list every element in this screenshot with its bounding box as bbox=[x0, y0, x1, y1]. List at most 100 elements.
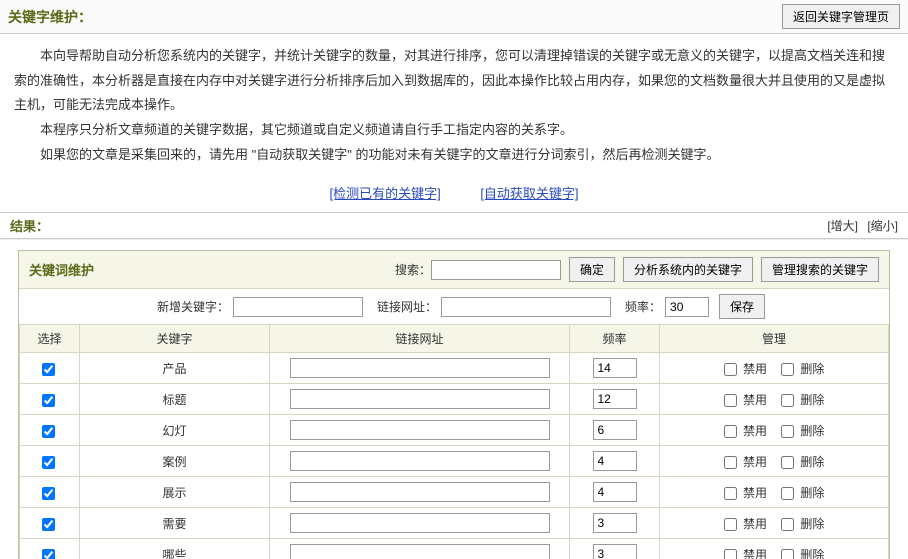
result-label: 结果： bbox=[10, 216, 49, 235]
search-label: 搜索： bbox=[395, 261, 431, 278]
row-link-input[interactable] bbox=[290, 451, 550, 471]
panel-head: 关键词维护 搜索： 确定 分析系统内的关键字 管理搜索的关键字 bbox=[19, 251, 889, 288]
add-url-label: 链接网址： bbox=[377, 298, 437, 315]
row-delete[interactable]: 删除 bbox=[781, 548, 824, 559]
disable-checkbox[interactable] bbox=[724, 518, 737, 531]
row-link-input[interactable] bbox=[290, 389, 550, 409]
th-select: 选择 bbox=[20, 325, 80, 353]
page-title: 关键字维护： bbox=[8, 7, 92, 27]
analyze-button[interactable]: 分析系统内的关键字 bbox=[623, 257, 753, 282]
disable-checkbox[interactable] bbox=[724, 456, 737, 469]
row-select-checkbox[interactable] bbox=[42, 518, 55, 531]
enlarge-link[interactable]: [增大] bbox=[827, 219, 858, 233]
scroll-area[interactable]: 关键词维护 搜索： 确定 分析系统内的关键字 管理搜索的关键字 新增关键字： 链… bbox=[0, 239, 908, 559]
table-row: 展示 禁用 删除 bbox=[20, 477, 889, 508]
row-keyword: 产品 bbox=[80, 353, 270, 384]
th-link: 链接网址 bbox=[270, 325, 570, 353]
auto-fetch-link[interactable]: [自动获取关键字] bbox=[480, 186, 578, 201]
row-freq-input[interactable] bbox=[593, 358, 637, 378]
table-row: 标题 禁用 删除 bbox=[20, 384, 889, 415]
table-row: 需要 禁用 删除 bbox=[20, 508, 889, 539]
row-delete[interactable]: 删除 bbox=[781, 424, 824, 438]
row-keyword: 幻灯 bbox=[80, 415, 270, 446]
row-select-checkbox[interactable] bbox=[42, 549, 55, 559]
row-delete[interactable]: 删除 bbox=[781, 362, 824, 376]
add-freq-label: 频率： bbox=[625, 298, 661, 315]
action-links: [检测已有的关键字] [自动获取关键字] bbox=[0, 177, 908, 212]
row-select-checkbox[interactable] bbox=[42, 487, 55, 500]
delete-checkbox[interactable] bbox=[781, 456, 794, 469]
shrink-link[interactable]: [缩小] bbox=[867, 219, 898, 233]
disable-checkbox[interactable] bbox=[724, 487, 737, 500]
disable-checkbox[interactable] bbox=[724, 549, 737, 559]
row-link-input[interactable] bbox=[290, 513, 550, 533]
row-select-checkbox[interactable] bbox=[42, 363, 55, 376]
disable-checkbox[interactable] bbox=[724, 363, 737, 376]
row-link-input[interactable] bbox=[290, 420, 550, 440]
row-link-input[interactable] bbox=[290, 358, 550, 378]
manage-search-button[interactable]: 管理搜索的关键字 bbox=[761, 257, 879, 282]
row-disable[interactable]: 禁用 bbox=[724, 362, 767, 376]
result-actions: [增大] [缩小] bbox=[821, 217, 898, 234]
row-disable[interactable]: 禁用 bbox=[724, 455, 767, 469]
table-row: 哪些 禁用 删除 bbox=[20, 539, 889, 559]
keyword-panel: 关键词维护 搜索： 确定 分析系统内的关键字 管理搜索的关键字 新增关键字： 链… bbox=[18, 250, 890, 559]
delete-checkbox[interactable] bbox=[781, 425, 794, 438]
row-disable[interactable]: 禁用 bbox=[724, 424, 767, 438]
row-select-checkbox[interactable] bbox=[42, 394, 55, 407]
row-delete[interactable]: 删除 bbox=[781, 393, 824, 407]
row-disable[interactable]: 禁用 bbox=[724, 486, 767, 500]
row-keyword: 展示 bbox=[80, 477, 270, 508]
delete-checkbox[interactable] bbox=[781, 518, 794, 531]
table-row: 产品 禁用 删除 bbox=[20, 353, 889, 384]
confirm-button[interactable]: 确定 bbox=[569, 257, 615, 282]
row-freq-input[interactable] bbox=[593, 451, 637, 471]
table-header-row: 选择 关键字 链接网址 频率 管理 bbox=[20, 325, 889, 353]
th-freq: 频率 bbox=[570, 325, 660, 353]
panel-title: 关键词维护 bbox=[29, 260, 94, 279]
page-header: 关键字维护： 返回关键字管理页 bbox=[0, 0, 908, 34]
row-delete[interactable]: 删除 bbox=[781, 486, 824, 500]
delete-checkbox[interactable] bbox=[781, 363, 794, 376]
row-freq-input[interactable] bbox=[593, 389, 637, 409]
table-row: 幻灯 禁用 删除 bbox=[20, 415, 889, 446]
row-freq-input[interactable] bbox=[593, 544, 637, 559]
delete-checkbox[interactable] bbox=[781, 394, 794, 407]
disable-checkbox[interactable] bbox=[724, 394, 737, 407]
result-bar: 结果： [增大] [缩小] bbox=[0, 212, 908, 239]
row-disable[interactable]: 禁用 bbox=[724, 548, 767, 559]
row-freq-input[interactable] bbox=[593, 482, 637, 502]
save-button[interactable]: 保存 bbox=[719, 294, 765, 319]
intro-p3: 如果您的文章是采集回来的，请先用 "自动获取关键字" 的功能对未有关键字的文章进… bbox=[14, 143, 894, 168]
row-select-checkbox[interactable] bbox=[42, 456, 55, 469]
disable-checkbox[interactable] bbox=[724, 425, 737, 438]
row-disable[interactable]: 禁用 bbox=[724, 393, 767, 407]
row-keyword: 哪些 bbox=[80, 539, 270, 559]
delete-checkbox[interactable] bbox=[781, 487, 794, 500]
add-url-input[interactable] bbox=[441, 297, 611, 317]
row-keyword: 需要 bbox=[80, 508, 270, 539]
table-row: 案例 禁用 删除 bbox=[20, 446, 889, 477]
delete-checkbox[interactable] bbox=[781, 549, 794, 559]
row-select-checkbox[interactable] bbox=[42, 425, 55, 438]
return-button[interactable]: 返回关键字管理页 bbox=[782, 4, 900, 29]
detect-link[interactable]: [检测已有的关键字] bbox=[329, 186, 440, 201]
row-delete[interactable]: 删除 bbox=[781, 455, 824, 469]
add-row: 新增关键字： 链接网址： 频率： 保存 bbox=[19, 288, 889, 324]
row-keyword: 案例 bbox=[80, 446, 270, 477]
row-disable[interactable]: 禁用 bbox=[724, 517, 767, 531]
search-input[interactable] bbox=[431, 260, 561, 280]
add-kw-input[interactable] bbox=[233, 297, 363, 317]
row-freq-input[interactable] bbox=[593, 513, 637, 533]
row-freq-input[interactable] bbox=[593, 420, 637, 440]
intro-text: 本向导帮助自动分析您系统内的关键字，并统计关键字的数量，对其进行排序，您可以清理… bbox=[0, 34, 908, 177]
row-link-input[interactable] bbox=[290, 544, 550, 559]
keyword-table: 选择 关键字 链接网址 频率 管理 产品 禁用 删除标题 禁用 删除幻灯 禁用 … bbox=[19, 324, 889, 559]
row-delete[interactable]: 删除 bbox=[781, 517, 824, 531]
row-link-input[interactable] bbox=[290, 482, 550, 502]
add-kw-label: 新增关键字： bbox=[157, 298, 229, 315]
row-keyword: 标题 bbox=[80, 384, 270, 415]
add-freq-input[interactable] bbox=[665, 297, 709, 317]
th-keyword: 关键字 bbox=[80, 325, 270, 353]
th-manage: 管理 bbox=[660, 325, 889, 353]
